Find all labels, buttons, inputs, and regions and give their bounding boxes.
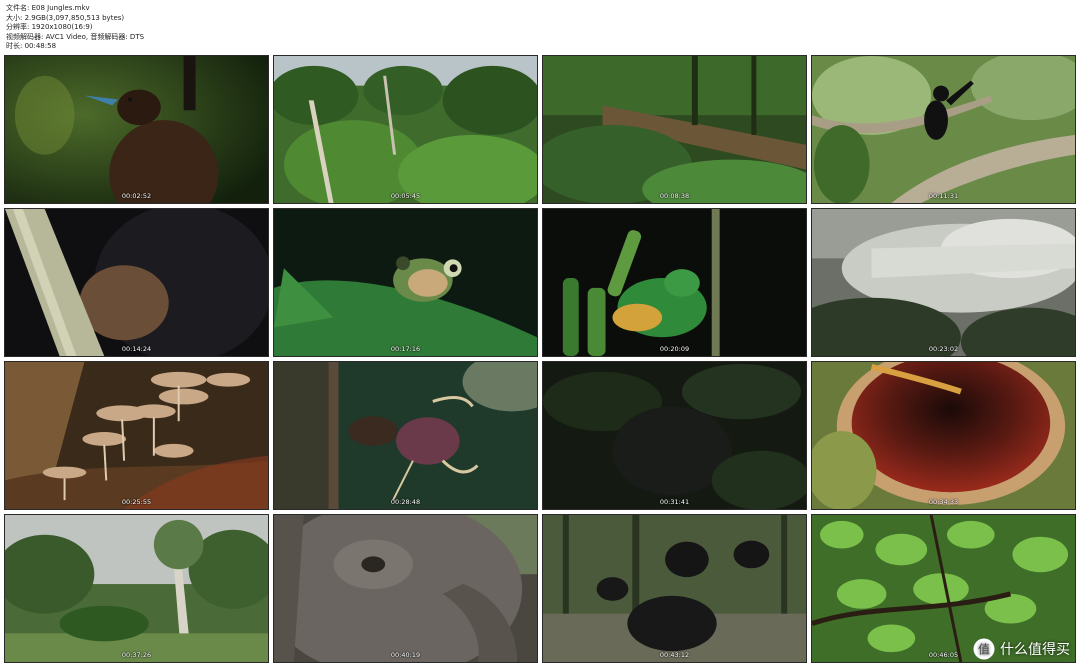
bamboo-animal-image bbox=[5, 209, 268, 356]
chimpanzees-image bbox=[543, 515, 806, 662]
resolution-line: 分辨率: 1920x1080(16:9) bbox=[6, 23, 93, 32]
bird-of-paradise-image bbox=[5, 56, 268, 203]
rainforest-canopy-image bbox=[274, 56, 537, 203]
timestamp-label: 00:37:26 bbox=[121, 651, 152, 659]
timestamp-label: 00:14:24 bbox=[121, 345, 152, 353]
thumbnail: 00:11:31 bbox=[811, 55, 1076, 204]
timestamp-label: 00:43:12 bbox=[659, 651, 690, 659]
thumbnail: 00:05:45 bbox=[273, 55, 538, 204]
thumbnail: 00:25:55 bbox=[4, 361, 269, 510]
infected-ant-image bbox=[274, 362, 537, 509]
timestamp-label: 00:34:33 bbox=[928, 498, 959, 506]
size-line: 大小: 2.9GB(3,097,850,513 bytes) bbox=[6, 13, 125, 22]
thumbnail-grid: 00:02:52 00:05:45 00:08:38 00:11:31 00:1… bbox=[4, 55, 1076, 667]
timestamp-label: 00:40:19 bbox=[390, 651, 421, 659]
thumbnail: 00:14:24 bbox=[4, 208, 269, 357]
forest-elephant-image bbox=[274, 515, 537, 662]
logo-glyph: 值 bbox=[978, 642, 990, 657]
timestamp-label: 00:23:02 bbox=[928, 345, 959, 353]
watermark-text: 什么值得买 bbox=[1000, 642, 1070, 658]
thumbnail: 00:43:12 bbox=[542, 514, 807, 663]
timestamp-label: 00:28:48 bbox=[390, 498, 421, 506]
dark-foliage-image bbox=[543, 362, 806, 509]
thumbnail: 00:31:41 bbox=[542, 361, 807, 510]
green-frog-plant-image bbox=[543, 209, 806, 356]
thumbnail: 00:08:38 bbox=[542, 55, 807, 204]
thumbnail: 00:23:02 bbox=[811, 208, 1076, 357]
timestamp-label: 00:31:41 bbox=[659, 498, 690, 506]
timestamp-label: 00:02:52 bbox=[121, 192, 152, 200]
mushrooms-image bbox=[5, 362, 268, 509]
pitcher-plant-image bbox=[812, 362, 1075, 509]
file-info-header: 文件名: E08 Jungles.mkv 大小: 2.9GB(3,097,850… bbox=[6, 4, 144, 52]
tree-frog-image bbox=[274, 209, 537, 356]
thumbnail: 00:37:26 bbox=[4, 514, 269, 663]
timestamp-label: 00:17:16 bbox=[390, 345, 421, 353]
codec-line: 视频解码器: AVC1 Video, 音频解码器: DTS bbox=[6, 32, 145, 41]
timestamp-label: 00:25:55 bbox=[121, 498, 152, 506]
forest-floor-image bbox=[543, 56, 806, 203]
timestamp-label: 00:20:09 bbox=[659, 345, 690, 353]
thumbnail: 00:34:33 bbox=[811, 361, 1076, 510]
misty-waterfall-image bbox=[812, 209, 1075, 356]
forest-clearing-image bbox=[5, 515, 268, 662]
thumbnail: 00:28:48 bbox=[273, 361, 538, 510]
timestamp-label: 00:11:31 bbox=[928, 192, 959, 200]
timestamp-label: 00:08:38 bbox=[659, 192, 690, 200]
thumbnail: 00:17:16 bbox=[273, 208, 538, 357]
thumbnail: 00:02:52 bbox=[4, 55, 269, 204]
monkey-in-tree-image bbox=[812, 56, 1075, 203]
filename-line: 文件名: E08 Jungles.mkv bbox=[6, 4, 90, 12]
thumbnail: 00:20:09 bbox=[542, 208, 807, 357]
zhi-logo-icon: 值 bbox=[973, 638, 995, 660]
timestamp-label: 00:05:45 bbox=[390, 192, 421, 200]
thumbnail: 00:40:19 bbox=[273, 514, 538, 663]
duration-line: 时长: 00:48:58 bbox=[6, 42, 57, 51]
watermark: 值 什么值得买 bbox=[973, 638, 1070, 660]
